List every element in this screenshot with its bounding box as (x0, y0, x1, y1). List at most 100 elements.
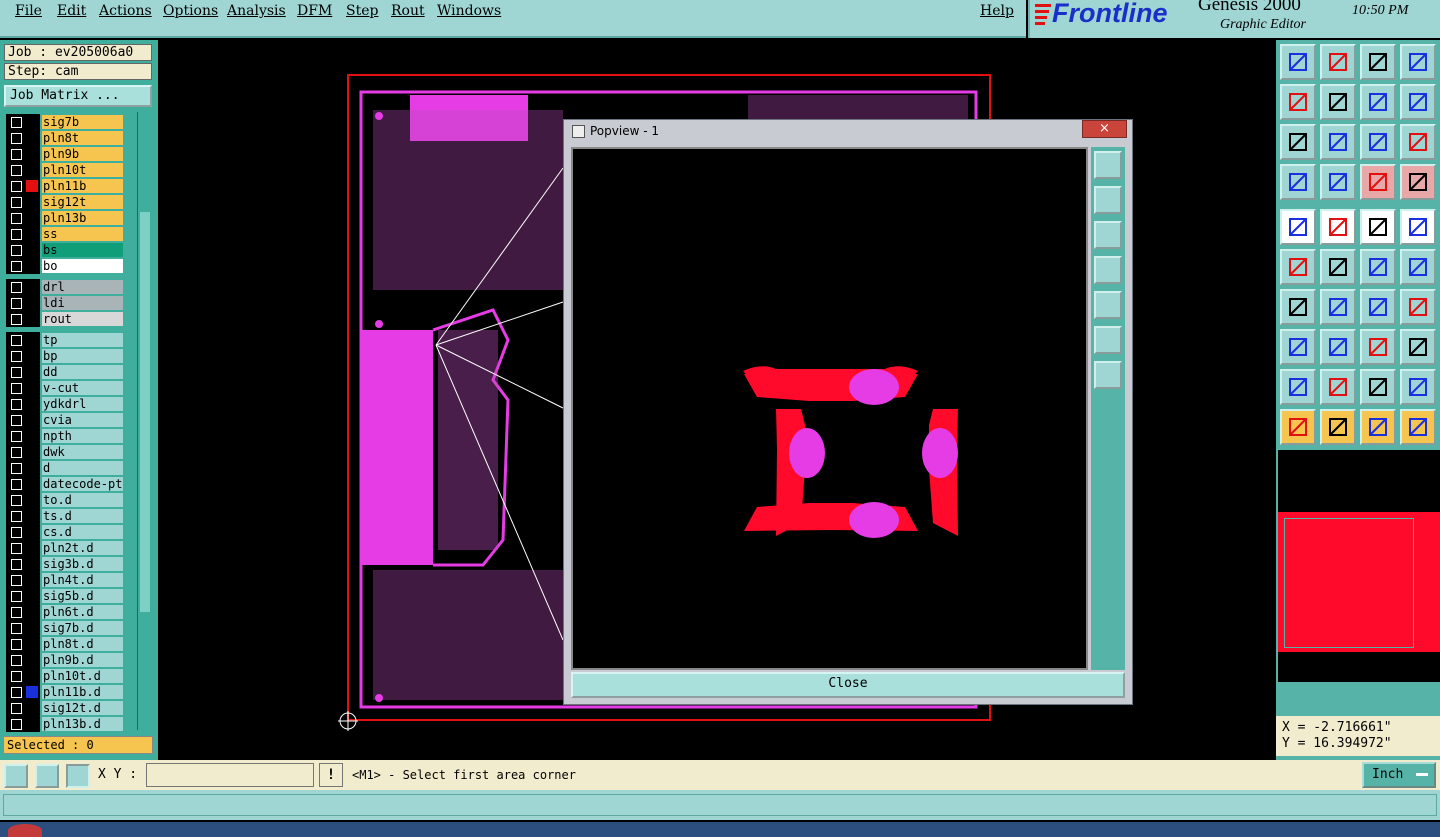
layer-row[interactable]: rout (6, 311, 124, 327)
zoom-home-icon[interactable] (1280, 44, 1316, 80)
menu-edit[interactable]: Edit (57, 3, 86, 19)
pointer-net-icon[interactable] (1400, 409, 1436, 445)
help-icon[interactable] (1400, 124, 1436, 160)
ruler-icon[interactable] (1360, 209, 1396, 245)
layer-row[interactable]: to.d (6, 492, 124, 508)
menu-step[interactable]: Step (346, 3, 378, 19)
layer-row[interactable]: pln10t (6, 162, 124, 178)
overview-viewport[interactable] (1284, 518, 1414, 648)
pointer-alt-icon[interactable] (1320, 409, 1356, 445)
pv-zoom-fit-button[interactable] (1094, 151, 1122, 179)
warning-button[interactable]: ! (319, 763, 343, 787)
layer-checkbox[interactable] (11, 559, 22, 570)
arc-b-icon[interactable] (1320, 369, 1356, 405)
layer-row[interactable]: v-cut (6, 380, 124, 396)
layer-row[interactable]: sig7b.d (6, 620, 124, 636)
layer-checkbox[interactable] (11, 607, 22, 618)
overview-map[interactable] (1278, 450, 1440, 682)
select-pad-icon[interactable] (1280, 209, 1316, 245)
layer-checkbox[interactable] (11, 511, 22, 522)
pan-left-icon[interactable] (1280, 84, 1316, 120)
layer-checkbox[interactable] (11, 431, 22, 442)
layer-checkbox[interactable] (11, 298, 22, 309)
pv-pan-down-button[interactable] (1094, 221, 1122, 249)
pin-icon[interactable] (1320, 164, 1356, 200)
move-point-icon[interactable] (1360, 249, 1396, 285)
grid-toggle-icon[interactable] (1400, 44, 1436, 80)
layer-row[interactable]: sig12t.d (6, 700, 124, 716)
layer-checkbox[interactable] (11, 687, 22, 698)
s-route-icon[interactable] (1400, 84, 1436, 120)
pv-zoom-in-button[interactable] (1094, 326, 1122, 354)
layer-row[interactable]: pln2t.d (6, 540, 124, 556)
layer-row[interactable]: pln8t.d (6, 636, 124, 652)
dimension-icon[interactable] (1360, 329, 1396, 365)
layer-checkbox[interactable] (11, 213, 22, 224)
layer-row[interactable]: ss (6, 226, 124, 242)
layer-checkbox[interactable] (11, 351, 22, 362)
pv-zoom-out-button[interactable] (1094, 361, 1122, 389)
layer-checkbox[interactable] (11, 543, 22, 554)
layer-checkbox[interactable] (11, 719, 22, 730)
center-icon[interactable] (1320, 124, 1356, 160)
home-icon[interactable] (1360, 44, 1396, 80)
layer-row[interactable]: sig7b (6, 114, 124, 130)
layer-row[interactable]: ydkdrl (6, 396, 124, 412)
scale-1-2-icon[interactable] (1360, 124, 1396, 160)
popview-close-button[interactable]: Close (571, 672, 1125, 698)
layer-row[interactable]: bo (6, 258, 124, 274)
slant-line-icon[interactable] (1320, 289, 1356, 325)
menu-rout[interactable]: Rout (391, 3, 425, 19)
layer-checkbox[interactable] (11, 383, 22, 394)
xy-input[interactable] (146, 763, 314, 787)
cross-icon[interactable] (1320, 249, 1356, 285)
layer-checkbox[interactable] (11, 117, 22, 128)
menu-dfm[interactable]: DFM (297, 3, 332, 19)
layer-row[interactable]: cvia (6, 412, 124, 428)
pv-pan-right-button[interactable] (1094, 291, 1122, 319)
layer-checkbox[interactable] (11, 447, 22, 458)
pointer-box-icon[interactable] (1360, 409, 1396, 445)
layer-row[interactable]: dwk (6, 444, 124, 460)
popview-canvas[interactable] (571, 147, 1088, 670)
layer-checkbox[interactable] (11, 479, 22, 490)
layer-checkbox[interactable] (11, 415, 22, 426)
layer-row[interactable]: npth (6, 428, 124, 444)
layer-checkbox[interactable] (11, 655, 22, 666)
zoom-out-icon[interactable] (1320, 44, 1356, 80)
menu-windows[interactable]: Windows (437, 3, 501, 19)
arc-c-icon[interactable] (1360, 369, 1396, 405)
fit-icon[interactable] (1280, 124, 1316, 160)
layer-checkbox[interactable] (11, 133, 22, 144)
grid-icon[interactable] (66, 764, 90, 788)
layer-row[interactable]: pln6t.d (6, 604, 124, 620)
layer-checkbox[interactable] (11, 282, 22, 293)
layer-checkbox[interactable] (11, 181, 22, 192)
swap-icon[interactable] (1360, 84, 1396, 120)
layer-checkbox[interactable] (11, 527, 22, 538)
rotate-icon[interactable] (1360, 289, 1396, 325)
layer-row[interactable]: pln13b.d (6, 716, 124, 732)
scrollbar-thumb[interactable] (140, 212, 150, 612)
job-matrix-button[interactable]: Job Matrix ... (4, 85, 152, 107)
menu-actions[interactable]: Actions (99, 3, 152, 19)
net-a-icon[interactable] (1360, 164, 1396, 200)
layer-row[interactable]: tp (6, 332, 124, 348)
menu-file[interactable]: File (15, 3, 42, 19)
layer-row[interactable]: pln11b (6, 178, 124, 194)
layer-row[interactable]: bs (6, 242, 124, 258)
layer-checkbox[interactable] (11, 245, 22, 256)
drill-icon[interactable] (1400, 209, 1436, 245)
layer-row[interactable]: ldi (6, 295, 124, 311)
pv-pan-up-button[interactable] (1094, 186, 1122, 214)
layer-checkbox[interactable] (11, 671, 22, 682)
layer-row[interactable]: datecode-pth (6, 476, 124, 492)
layer-row[interactable]: cs.d (6, 524, 124, 540)
add-point-icon[interactable] (1400, 249, 1436, 285)
layer-row[interactable]: pln11b.d (6, 684, 124, 700)
layer-checkbox[interactable] (11, 495, 22, 506)
layer-row[interactable]: bp (6, 348, 124, 364)
menu-options[interactable]: Options (163, 3, 218, 19)
layer-row[interactable]: pln10t.d (6, 668, 124, 684)
layer-checkbox[interactable] (11, 703, 22, 714)
